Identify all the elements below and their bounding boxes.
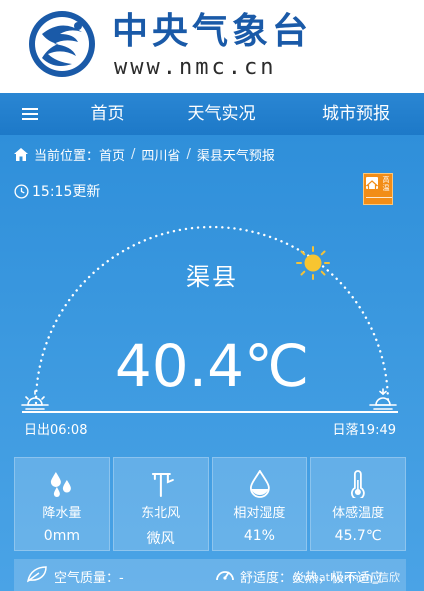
warning-house-icon [365,177,379,192]
humidity-card: 相对湿度 41% [211,457,308,551]
humidity-drop-icon [249,470,270,498]
humidity-label: 相对湿度 [233,506,286,521]
update-time: 15:15更新 [14,181,100,201]
update-time-text: 15:15更新 [32,184,101,200]
breadcrumb-home[interactable]: 首页 [99,145,125,164]
humidity-value: 41% [243,528,275,544]
site-title[interactable]: 中央气象台 [112,10,312,54]
breadcrumb-separator: / [131,147,136,162]
wind-card: 东北风 微风 [112,457,209,551]
leaf-icon [26,566,47,583]
wind-vane-icon [151,473,174,497]
precipitation-card: 降水量 0mm [14,457,110,551]
air-quality-text: 空气质量：- [54,571,124,586]
watermark: @weatherman_信欣 [292,571,400,584]
sunrise-icon [21,390,49,410]
thermometer-icon [351,470,366,498]
nav-item-home[interactable]: 首页 [60,93,155,135]
nmc-logo-icon[interactable] [26,8,98,80]
menu-icon[interactable] [0,93,60,135]
breadcrumb-separator: / [186,147,191,162]
heat-warning-badge[interactable]: 高温 [363,173,393,205]
gauge-icon [216,571,234,581]
warning-divider [366,197,392,202]
nav-item-observations[interactable]: 天气实况 [155,93,288,135]
breadcrumb: 当前位置： 首页 / 四川省 / 渠县天气预报 [14,145,275,164]
horizon-line [22,411,398,413]
clock-icon [14,183,29,199]
home-icon [14,148,28,161]
wind-direction-label: 东北风 [141,506,181,521]
breadcrumb-prefix: 当前位置： [34,149,100,164]
feels-like-value: 45.7℃ [334,528,382,544]
precipitation-label: 降水量 [42,506,82,521]
main-nav: 首页 天气实况 城市预报 [0,93,424,135]
city-name: 渠县 [186,263,238,291]
sunrise-time: 日出06:08 [24,423,88,438]
breadcrumb-province[interactable]: 四川省 [141,145,180,164]
weather-details: 降水量 0mm 东北风 微风 相对湿度 41% 体感温度 45.7℃ [14,457,406,551]
site-header: 中央气象台 www.nmc.cn [0,0,424,93]
warning-label: 高温 [382,176,390,192]
current-temperature: 40.4℃ [114,332,310,400]
sunset-icon [369,388,397,410]
feels-like-label: 体感温度 [332,506,385,521]
breadcrumb-current: 渠县天气预报 [196,149,275,164]
weather-panel: 当前位置： 首页 / 四川省 / 渠县天气预报 15:15更新 高温 渠县 40… [0,135,424,591]
bottom-info-bar: 空气质量：- 舒适度：炎热，极不适应 @weatherman_信欣 [14,559,406,591]
sunset-time: 日落19:49 [332,423,396,438]
feels-like-card: 体感温度 45.7℃ [310,457,406,551]
raindrops-icon [50,472,71,497]
nav-item-city-forecast[interactable]: 城市预报 [288,93,424,135]
site-url[interactable]: www.nmc.cn [114,54,276,82]
precipitation-value: 0mm [43,528,80,544]
wind-value: 微风 [146,531,175,547]
